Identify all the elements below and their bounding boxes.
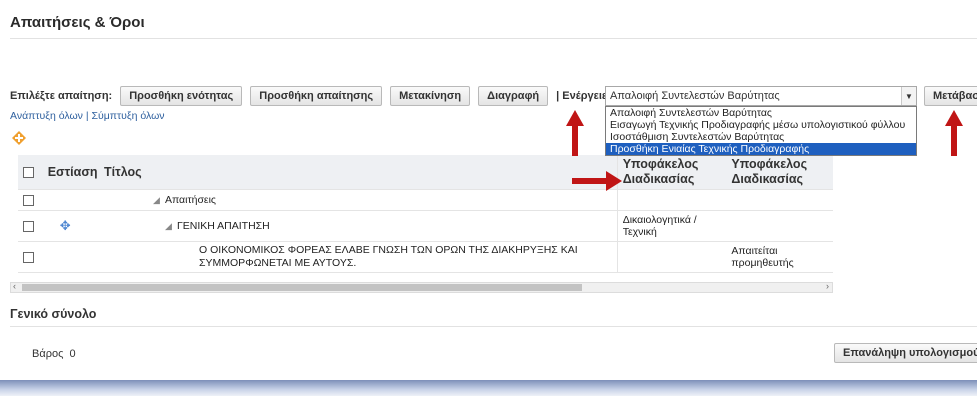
focus-diamond-icon[interactable]: ✥ [60, 218, 71, 233]
annotation-arrow-up-icon [945, 110, 963, 156]
row-title: Απαιτήσεις [164, 194, 216, 206]
row-checkbox[interactable] [23, 220, 34, 232]
title-cell: ◢ Απαιτήσεις [103, 189, 618, 211]
select-requirement-label: Επιλέξτε απαίτηση: [10, 90, 113, 102]
weight-label: Βάρος [32, 348, 64, 360]
table-row[interactable]: ✥ ◢ ΓΕΝΙΚΗ ΑΠΑΙΤΗΣΗ Δικαιολογητικά / Τεχν… [18, 210, 833, 242]
actions-dropdown-list: Απαλοιφή Συντελεστών Βαρύτητας Εισαγωγή … [605, 106, 917, 156]
move-button[interactable]: Μετακίνηση [390, 86, 471, 106]
add-requirement-button[interactable]: Προσθήκη απαίτησης [250, 86, 383, 106]
expand-collapse-links: Ανάπτυξη όλων | Σύμπτυξη όλων [10, 110, 165, 122]
row-title: Ο ΟΙΚΟΝΟΜΙΚΟΣ ΦΟΡΕΑΣ ΕΛΑΒΕ ΓΝΩΣΗ ΤΩΝ ΟΡΩ… [199, 244, 578, 269]
annotation-arrow-up-icon [566, 110, 584, 156]
add-icon[interactable] [12, 131, 26, 145]
actions-select-value: Απαλοιφή Συντελεστών Βαρύτητας [610, 90, 780, 102]
title-divider [10, 38, 977, 39]
horizontal-scrollbar[interactable]: ‹ › [10, 281, 833, 293]
go-button[interactable]: Μετάβαση [924, 86, 977, 106]
totals-divider [10, 326, 977, 327]
delete-button[interactable]: Διαγραφή [478, 86, 549, 106]
dropdown-option[interactable]: Ισοστάθμιση Συντελεστών Βαρύτητας [606, 131, 916, 143]
recalculate-button[interactable]: Επανάληψη υπολογισμού [834, 343, 977, 363]
focus-cell [45, 189, 104, 211]
requirements-table: Εστίαση Τίτλος Υποφάκελος Διαδικασίας Υπ… [18, 155, 833, 273]
scroll-right-icon[interactable]: › [826, 281, 829, 291]
add-section-button[interactable]: Προσθήκη ενότητας [120, 86, 243, 106]
scrollbar-thumb[interactable] [22, 284, 582, 291]
collapse-all-link[interactable]: Σύμπτυξη όλων [91, 110, 164, 122]
row-title: ΓΕΝΙΚΗ ΑΠΑΙΤΗΣΗ [176, 220, 270, 232]
window-shadow [0, 380, 977, 396]
actions-select[interactable]: Απαλοιφή Συντελεστών Βαρύτητας ▼ [605, 86, 917, 106]
focus-header: Εστίαση [45, 155, 104, 190]
focus-cell [45, 241, 104, 273]
title-header: Τίτλος [103, 155, 618, 190]
requirements-toolbar: Επιλέξτε απαίτηση: Προσθήκη ενότητας Προ… [10, 86, 619, 106]
dropdown-option[interactable]: Απαλοιφή Συντελεστών Βαρύτητας [606, 107, 916, 119]
title-cell: ◢ ΓΕΝΙΚΗ ΑΠΑΙΤΗΣΗ [103, 210, 618, 242]
weight-row: Βάρος 0 [32, 348, 76, 360]
weight-value: 0 [69, 348, 76, 360]
subfolder-cell-1: Δικαιολογητικά / Τεχνική [616, 210, 727, 242]
row-checkbox[interactable] [23, 251, 34, 263]
expand-all-link[interactable]: Ανάπτυξη όλων [10, 110, 83, 122]
subfolder-cell-2 [726, 210, 833, 242]
select-all-cell [18, 155, 46, 190]
title-cell: Ο ΟΙΚΟΝΟΜΙΚΟΣ ΦΟΡΕΑΣ ΕΛΑΒΕ ΓΝΩΣΗ ΤΩΝ ΟΡΩ… [103, 241, 618, 273]
totals-title: Γενικό σύνολο [10, 307, 97, 321]
row-select-cell [18, 241, 46, 273]
dropdown-arrow-icon[interactable]: ▼ [901, 87, 916, 105]
row-select-cell [18, 210, 46, 242]
scroll-left-icon[interactable]: ‹ [13, 281, 16, 291]
collapse-triangle-icon[interactable]: ◢ [153, 195, 160, 205]
collapse-triangle-icon[interactable]: ◢ [165, 221, 172, 231]
row-select-cell [18, 189, 46, 211]
select-all-checkbox[interactable] [23, 167, 34, 179]
subfolder-cell-1 [616, 241, 727, 273]
subfolder-cell-1 [616, 189, 727, 211]
focus-cell: ✥ [45, 210, 104, 242]
table-row[interactable]: Ο ΟΙΚΟΝΟΜΙΚΟΣ ΦΟΡΕΑΣ ΕΛΑΒΕ ΓΝΩΣΗ ΤΩΝ ΟΡΩ… [18, 241, 833, 273]
subfolder-cell-2 [726, 189, 833, 211]
subfolder-header-2: Υποφάκελος Διαδικασίας [726, 155, 833, 190]
row-checkbox[interactable] [23, 194, 34, 206]
subfolder-cell-2: Απαιτείται προμηθευτής [726, 241, 833, 273]
annotation-arrow-right-icon [572, 171, 622, 191]
subfolder-header-1: Υποφάκελος Διαδικασίας [616, 155, 727, 190]
table-row[interactable]: ◢ Απαιτήσεις [18, 189, 833, 211]
dropdown-option-highlighted[interactable]: Προσθήκη Ενιαίας Τεχνικής Προδιαγραφής [606, 143, 916, 155]
page-title: Απαιτήσεις & Όροι [10, 14, 145, 31]
table-header-row: Εστίαση Τίτλος Υποφάκελος Διαδικασίας Υπ… [18, 155, 833, 190]
dropdown-option[interactable]: Εισαγωγή Τεχνικής Προδιαγραφής μέσω υπολ… [606, 119, 916, 131]
